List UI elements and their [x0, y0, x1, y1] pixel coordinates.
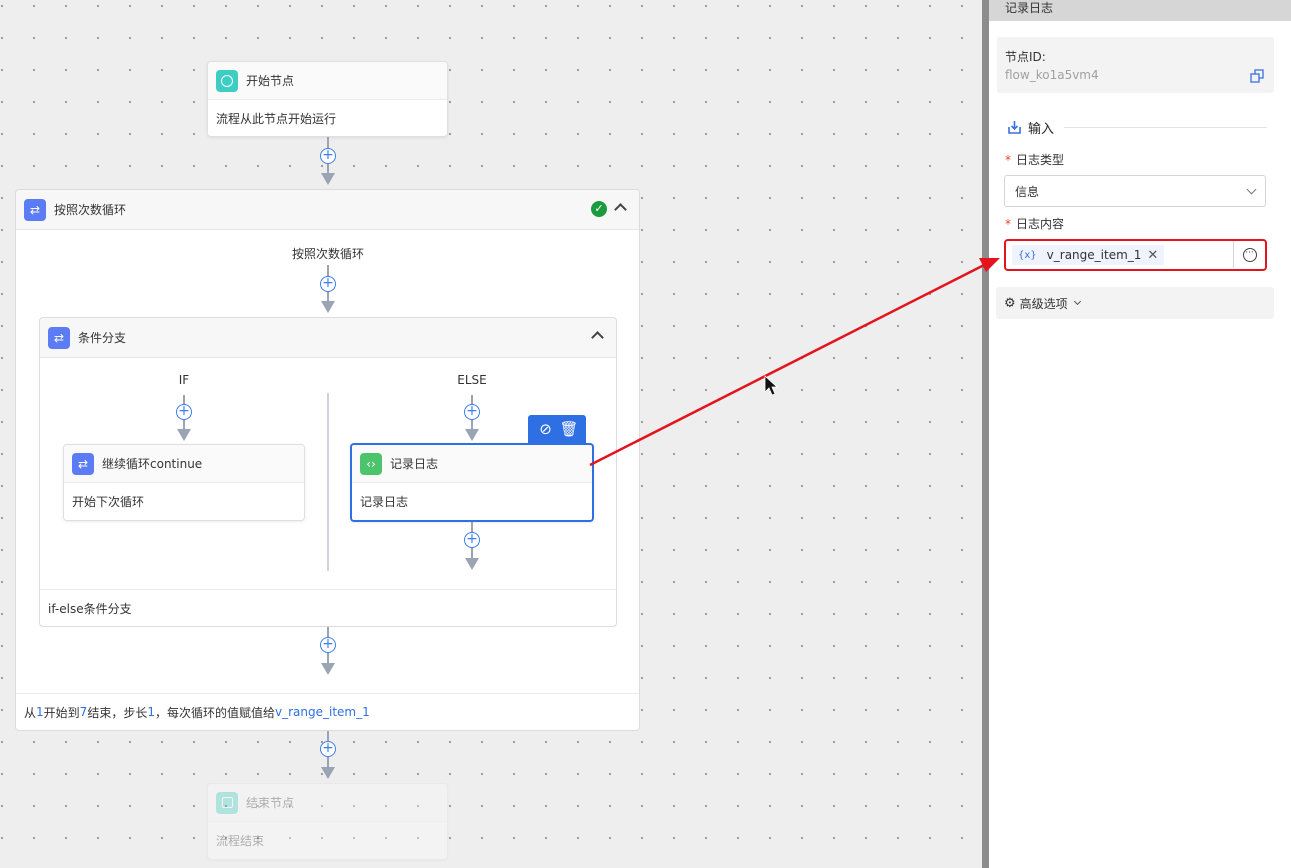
loop-end-value: 7	[79, 705, 88, 719]
node-toolbar: ⊘ 🗑	[528, 415, 586, 443]
loop-inner-label: 按照次数循环	[291, 247, 364, 261]
connector-loop-end: +	[318, 731, 338, 781]
connector-after-log: +	[462, 522, 482, 572]
trash-icon[interactable]: 🗑	[560, 420, 579, 438]
loop-footer: 从 1 开始到 7 结束，步长 1 ，每次循环的值赋值给 v_range_ite…	[16, 693, 639, 730]
log-type-label: * 日志类型	[1005, 153, 1065, 167]
branch-title: 条件分支	[78, 331, 127, 345]
add-node-icon[interactable]: +	[320, 741, 336, 757]
add-node-icon[interactable]: +	[464, 404, 480, 420]
log-node-desc: 记录日志	[360, 494, 409, 509]
properties-panel: 记录日志 节点ID: flow_ko1a5vm4 输入 * 日志类型 信息 * 日志…	[989, 0, 1291, 868]
log-type-value: 信息	[1015, 184, 1040, 199]
branch-icon: ⇄	[48, 326, 70, 349]
node-id-value: flow_ko1a5vm4	[1005, 68, 1099, 82]
loop-footer-text-2: 开始到	[43, 705, 80, 720]
continue-node-title: 继续循环continue	[102, 457, 203, 471]
log-content-label: * 日志内容	[1005, 217, 1065, 231]
log-content-input[interactable]: {x} v_range_item_1 ✕ ···	[1004, 239, 1267, 271]
add-node-icon[interactable]: +	[320, 637, 336, 653]
variable-icon: {x}	[1018, 249, 1037, 261]
start-node-title: 开始节点	[246, 74, 295, 88]
add-node-icon[interactable]: +	[464, 532, 480, 548]
code-icon: ‹›	[360, 452, 382, 475]
loop-title: 按照次数循环	[54, 203, 127, 217]
connector-else: +	[462, 395, 482, 445]
loop-footer-text-4: ，每次循环的值赋值给	[154, 705, 275, 720]
check-circle-icon: ✓	[591, 201, 607, 217]
collapse-chevron-icon[interactable]	[614, 203, 627, 216]
advanced-options-label: 高级选项	[1019, 296, 1068, 311]
start-circle-icon	[216, 69, 238, 92]
start-node-desc: 流程从此节点开始运行	[216, 111, 337, 126]
node-id-card: 节点ID: flow_ko1a5vm4	[997, 37, 1274, 93]
loop-start-value: 1	[36, 705, 44, 719]
connector-start-loop: +	[318, 137, 338, 187]
gear-icon: ⚙	[1004, 295, 1016, 311]
else-label: ELSE	[457, 373, 487, 387]
loop-footer-text-3: 结束，步长	[87, 705, 148, 720]
branch-separator	[327, 393, 329, 571]
log-node-title: 记录日志	[390, 457, 439, 471]
add-node-icon[interactable]: +	[320, 276, 336, 292]
loop-header[interactable]: ⇄ 按照次数循环 ✓	[16, 190, 639, 230]
connector-loop-branch: +	[318, 265, 338, 315]
continue-node[interactable]: ⇄ 继续循环continue 开始下次循环	[63, 444, 305, 521]
log-node-header: ‹› 记录日志	[352, 445, 592, 483]
collapse-chevron-icon[interactable]	[591, 331, 604, 344]
input-section-header: 输入	[1007, 118, 1267, 137]
more-options-button[interactable]: ···	[1233, 241, 1265, 268]
variable-tag-text: v_range_item_1	[1046, 248, 1142, 262]
add-node-icon[interactable]: +	[320, 148, 336, 164]
advanced-options-toggle[interactable]: ⚙ 高级选项	[996, 287, 1274, 319]
panel-title: 记录日志	[989, 0, 1291, 21]
log-content-label-text: 日志内容	[1016, 217, 1065, 231]
start-node-header: 开始节点	[208, 62, 447, 100]
add-node-icon[interactable]: +	[176, 404, 192, 420]
stop-square-icon	[216, 791, 238, 814]
close-icon[interactable]: ✕	[1147, 248, 1158, 263]
log-type-label-text: 日志类型	[1016, 153, 1065, 167]
connector-if: +	[174, 395, 194, 445]
branch-footer: if-else条件分支	[40, 589, 616, 626]
chevron-down-icon	[1073, 297, 1081, 306]
start-node[interactable]: 开始节点 流程从此节点开始运行	[207, 61, 448, 137]
panel-resize-handle[interactable]	[982, 0, 989, 868]
input-section-title: 输入	[1028, 122, 1055, 137]
loop-footer-text-1: 从	[24, 705, 37, 720]
ellipsis-icon: ···	[1242, 247, 1257, 262]
variable-tag[interactable]: {x} v_range_item_1 ✕	[1012, 245, 1165, 265]
node-id-label: 节点ID:	[1005, 50, 1046, 64]
end-node-header: 结束节点	[208, 784, 447, 822]
download-icon	[1008, 121, 1021, 134]
branch-header[interactable]: ⇄ 条件分支	[40, 318, 616, 358]
end-node-desc: 流程结束	[216, 833, 265, 848]
loop-var-value: v_range_item_1	[274, 705, 370, 719]
copy-icon[interactable]	[1250, 69, 1264, 83]
if-label: IF	[178, 373, 190, 387]
loop-step-value: 1	[147, 705, 155, 719]
disable-node-icon[interactable]: ⊘	[537, 420, 555, 438]
loop-icon: ⇄	[24, 198, 46, 221]
log-node[interactable]: ‹› 记录日志 记录日志	[350, 443, 594, 522]
end-node-title: 结束节点	[246, 796, 295, 810]
loop-icon: ⇄	[72, 452, 94, 475]
chevron-down-icon	[1246, 184, 1257, 194]
continue-node-header: ⇄ 继续循环continue	[64, 445, 304, 483]
connector-after-branch: +	[318, 627, 338, 677]
log-type-select[interactable]: 信息	[1004, 175, 1266, 207]
end-node[interactable]: 结束节点 流程结束	[207, 783, 448, 860]
continue-node-desc: 开始下次循环	[72, 494, 145, 509]
